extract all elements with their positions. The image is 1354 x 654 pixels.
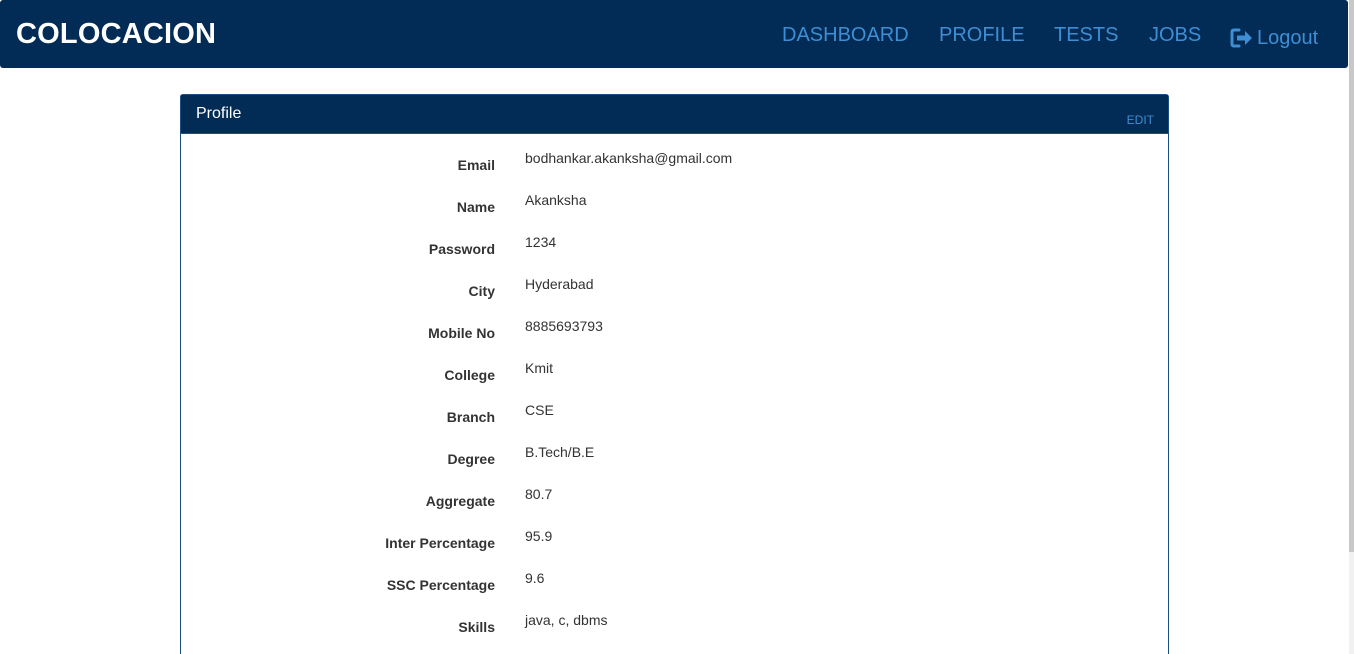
field-label-name: Name [456,199,495,215]
nav-tests[interactable]: TESTS [1054,22,1118,48]
field-label-mobile: Mobile No [428,325,495,341]
field-value-inter-percentage: 95.9 [525,528,553,544]
field-value-name: Akanksha [525,192,587,208]
field-label-college: College [444,367,495,383]
panel-title: Profile [196,105,242,122]
field-value-degree: B.Tech/B.E [525,444,595,460]
brand-logo[interactable]: COLOCACION [16,17,216,51]
logout-button[interactable]: Logout [1230,25,1318,51]
scrollbar-thumb[interactable] [1349,0,1354,552]
field-label-branch: Branch [446,409,495,425]
page: COLOCACION DASHBOARD PROFILE TESTS JOBS … [0,0,1354,654]
logout-icon [1230,27,1254,49]
field-value-email: bodhankar.akanksha@gmail.com [525,150,733,166]
field-value-ssc-percentage: 9.6 [525,570,545,586]
nav-dashboard[interactable]: DASHBOARD [782,22,909,48]
field-value-skills: java, c, dbms [525,612,608,628]
profile-panel: Profile EDIT Email bodhankar.akanksha@gm… [180,94,1169,654]
edit-link[interactable]: EDIT [1127,113,1154,127]
field-label-inter-percentage: Inter Percentage [385,535,495,551]
panel-heading: Profile EDIT [181,95,1168,134]
field-label-degree: Degree [447,451,495,467]
field-value-password: 1234 [525,234,557,250]
field-label-password: Password [428,241,495,257]
nav-jobs[interactable]: JOBS [1149,22,1201,48]
field-value-mobile: 8885693793 [525,318,603,334]
field-label-email: Email [457,157,495,173]
field-value-aggregate: 80.7 [525,486,553,502]
field-value-college: Kmit [525,360,553,376]
field-label-aggregate: Aggregate [425,493,495,509]
field-label-skills: Skills [458,619,495,635]
nav-profile[interactable]: PROFILE [939,22,1025,48]
top-navbar: COLOCACION DASHBOARD PROFILE TESTS JOBS … [0,0,1348,68]
field-label-city: City [468,283,495,299]
field-value-branch: CSE [525,402,554,418]
logout-label: Logout [1257,27,1319,49]
field-value-city: Hyderabad [525,276,594,292]
field-label-ssc-percentage: SSC Percentage [386,577,495,593]
